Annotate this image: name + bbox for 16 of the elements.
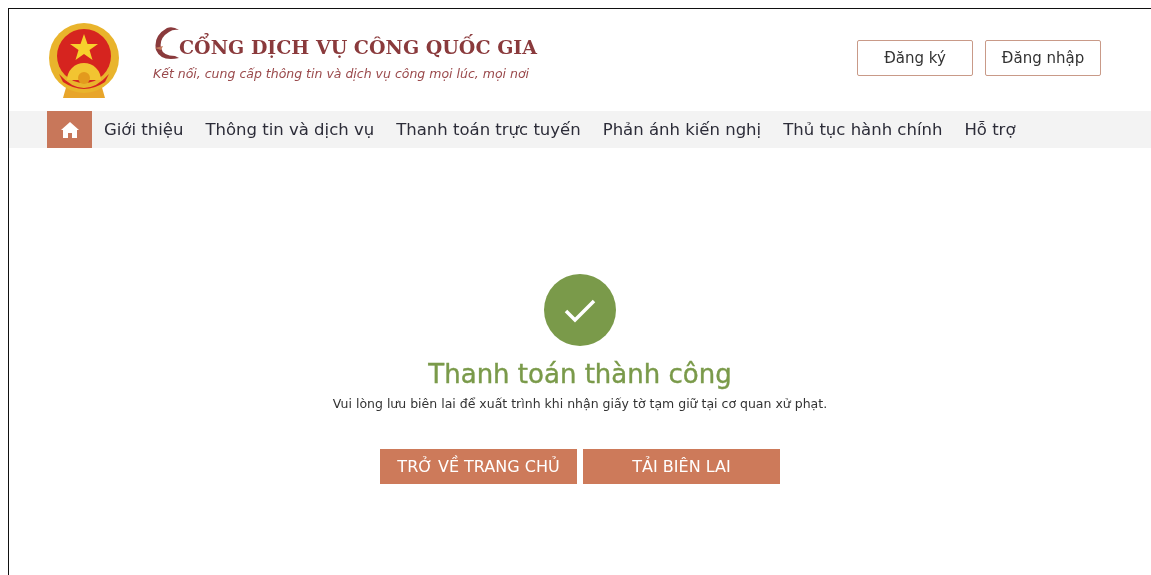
nav-link[interactable]: Thủ tục hành chính	[783, 120, 943, 139]
nav-link[interactable]: Hỗ trợ	[964, 120, 1016, 139]
nav-link[interactable]: Phản ánh kiến nghị	[602, 120, 762, 139]
success-check-icon	[544, 274, 616, 346]
nav-link[interactable]: Giới thiệu	[104, 120, 184, 139]
instruction-text: Vui lòng lưu biên lai để xuất trình khi nhận giấy tờ tạm giữ tại cơ quan xử phạt.	[332, 396, 828, 411]
nav-link[interactable]: Thanh toán trực tuyến	[396, 120, 581, 139]
nav-link[interactable]: Thông tin và dịch vụ	[205, 120, 375, 139]
home-button[interactable]	[47, 111, 92, 148]
home-icon	[59, 120, 80, 139]
login-button[interactable]: Đăng nhập	[985, 40, 1101, 76]
site-title: CỔNG DỊCH VỤ CÔNG QUỐC GIA	[179, 34, 537, 60]
emblem-icon	[47, 22, 121, 98]
site-tagline: Kết nối, cung cấp thông tin và dịch vụ công mọi lúc, mọi nơi	[153, 66, 531, 81]
success-heading: Thanh toán thành công	[428, 358, 732, 391]
register-button[interactable]: Đăng ký	[857, 40, 973, 76]
